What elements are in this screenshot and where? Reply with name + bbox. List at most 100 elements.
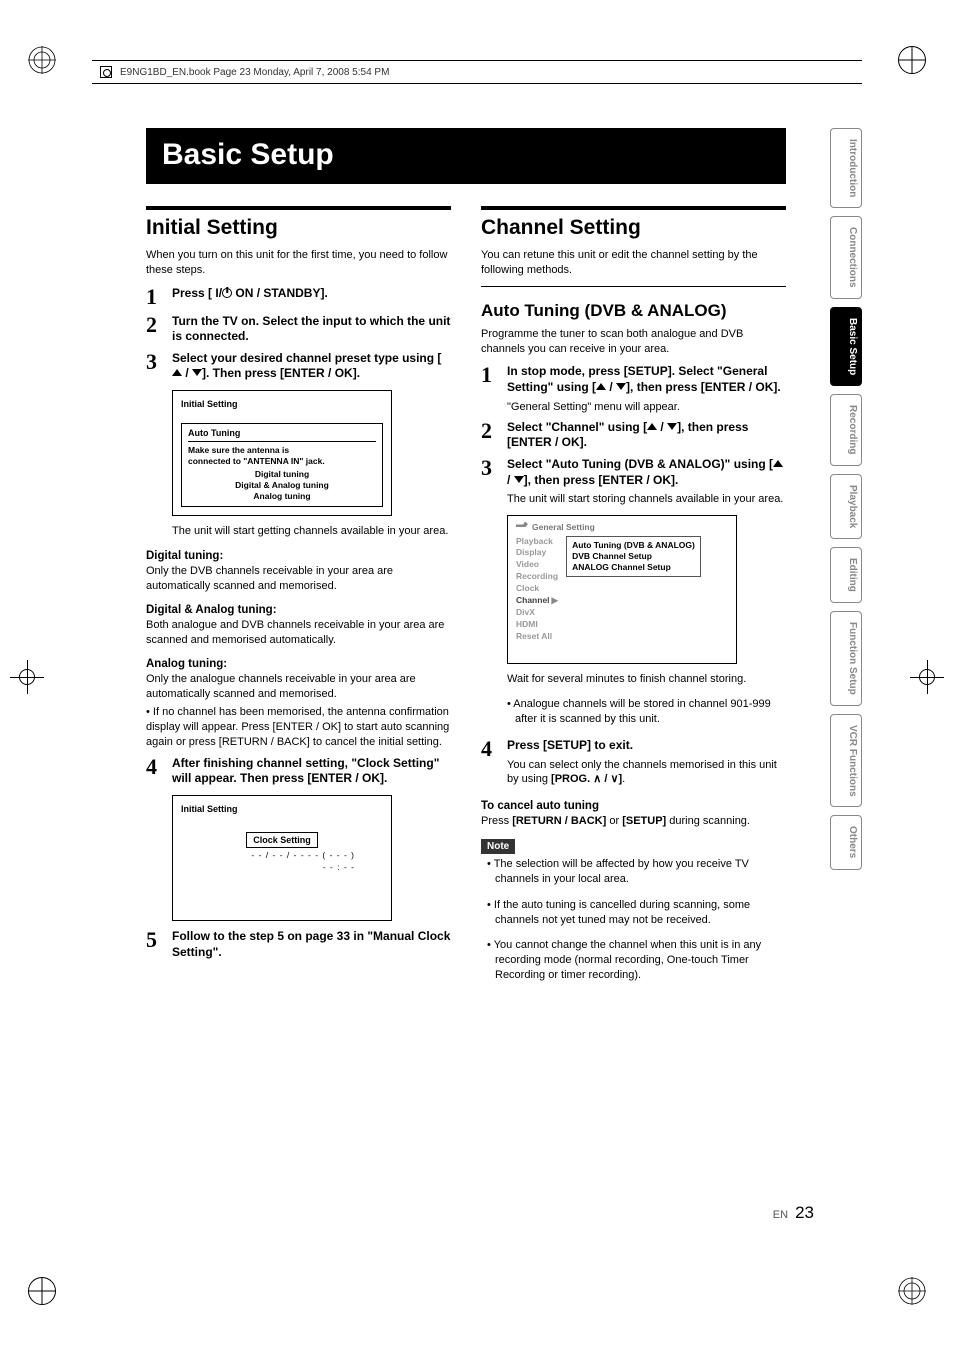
triangle-right-icon: ▶ — [552, 595, 559, 607]
body-text: Only the DVB channels receivable in your… — [146, 564, 451, 594]
body-text: The unit will start getting channels ava… — [172, 524, 451, 539]
osd-menu-item: Clock — [516, 583, 558, 595]
up-arrow-icon — [647, 423, 657, 430]
osd-header: Auto Tuning — [188, 428, 376, 442]
step-text: Select your desired channel preset type … — [172, 351, 451, 382]
subhead: Digital tuning: — [146, 550, 451, 562]
body-text: Only the analogue channels receivable in… — [146, 672, 451, 702]
body-text: • If no channel has been memorised, the … — [146, 705, 451, 750]
up-arrow-icon — [172, 369, 182, 376]
step-5: 5 Follow to the step 5 on page 33 in "Ma… — [146, 929, 451, 960]
note-list: • The selection will be affected by how … — [481, 857, 786, 983]
step-1: 1 Press [ I/ ON / STANDBY]. — [146, 286, 451, 308]
section-tab: Connections — [830, 216, 862, 299]
step-4: 4 Press [SETUP] to exit. You can select … — [481, 738, 786, 786]
note-label: Note — [481, 839, 515, 854]
running-header: E9NG1BD_EN.book Page 23 Monday, April 7,… — [92, 60, 862, 84]
running-header-text: E9NG1BD_EN.book Page 23 Monday, April 7,… — [120, 67, 389, 78]
step-subtext: "General Setting" menu will appear. — [507, 400, 786, 414]
osd-header: Clock Setting — [246, 832, 318, 848]
osd-menu-item: Playback — [516, 536, 558, 548]
osd-option: Digital & Analog tuning — [188, 480, 376, 491]
osd-title: Initial Setting — [181, 804, 383, 814]
osd-menu-item: Recording — [516, 571, 558, 583]
step-number: 5 — [146, 929, 164, 960]
step-number: 3 — [481, 457, 499, 506]
content: Basic Setup Initial Setting When you tur… — [146, 128, 786, 1231]
heading-auto-tuning: Auto Tuning (DVB & ANALOG) — [481, 301, 786, 321]
step-text: Select "Auto Tuning (DVB & ANALOG)" usin… — [507, 457, 786, 506]
step-number: 1 — [146, 286, 164, 308]
step-2: 2 Select "Channel" using [ / ], then pre… — [481, 420, 786, 451]
crop-mark-icon — [898, 1277, 926, 1305]
section-tab: Introduction — [830, 128, 862, 208]
section-tabs: IntroductionConnectionsBasic SetupRecord… — [830, 128, 862, 870]
note-item: • The selection will be affected by how … — [487, 857, 786, 887]
heading-channel-setting: Channel Setting — [481, 216, 786, 240]
note-item: • You cannot change the channel when thi… — [487, 938, 786, 983]
footer-page-number: 23 — [795, 1203, 814, 1222]
step-1: 1 In stop mode, press [SETUP]. Select "G… — [481, 364, 786, 413]
osd-panel-item: DVB Channel Setup — [572, 551, 695, 562]
osd-title: General Setting — [516, 522, 728, 532]
osd-msg: Make sure the antenna is — [188, 445, 376, 456]
note-item: • If the auto tuning is cancelled during… — [487, 898, 786, 928]
rule — [146, 206, 451, 210]
step-3: 3 Select "Auto Tuning (DVB & ANALOG)" us… — [481, 457, 786, 506]
section-tab: Function Setup — [830, 611, 862, 706]
up-arrow-icon — [596, 383, 606, 390]
osd-panel-item: ANALOG Channel Setup — [572, 562, 695, 573]
subhead: Digital & Analog tuning: — [146, 604, 451, 616]
page: E9NG1BD_EN.book Page 23 Monday, April 7,… — [0, 0, 954, 1351]
crop-mark-icon — [19, 669, 35, 685]
step-number: 4 — [481, 738, 499, 786]
heading-initial-setting: Initial Setting — [146, 216, 451, 240]
down-arrow-icon — [192, 369, 202, 376]
column-right: Channel Setting You can retune this unit… — [481, 206, 786, 994]
intro-text: When you turn on this unit for the first… — [146, 248, 451, 278]
power-icon — [222, 288, 232, 298]
section-tab: Recording — [830, 394, 862, 465]
osd-value: - - / - - / - - - - ( - - - ) — [181, 850, 383, 860]
osd-options: Digital tuning Digital & Analog tuning A… — [188, 469, 376, 502]
chevron-down-icon: ∨ — [610, 772, 618, 786]
rule — [481, 206, 786, 210]
subhead: To cancel auto tuning — [481, 800, 786, 812]
crop-mark-icon — [28, 46, 56, 74]
step-number: 4 — [146, 756, 164, 787]
body-text: Programme the tuner to scan both analogu… — [481, 327, 786, 357]
page-footer: EN 23 — [773, 1203, 814, 1223]
osd-panel: Auto Tuning (DVB & ANALOG)DVB Channel Se… — [566, 536, 701, 577]
osd-menu-item: DivX — [516, 607, 558, 619]
page-title: Basic Setup — [146, 128, 786, 184]
section-tab: Editing — [830, 547, 862, 603]
crop-mark-icon — [28, 1277, 56, 1305]
body-text: Both analogue and DVB channels receivabl… — [146, 618, 451, 648]
step-text: In stop mode, press [SETUP]. Select "Gen… — [507, 364, 786, 413]
column-left: Initial Setting When you turn on this un… — [146, 206, 451, 994]
step-text: Press [ I/ ON / STANDBY]. — [172, 286, 328, 308]
step-text: Turn the TV on. Select the input to whic… — [172, 314, 451, 345]
section-tab: Others — [830, 815, 862, 869]
osd-menu-item: Channel ▶ — [516, 595, 558, 607]
osd-option: Analog tuning — [188, 491, 376, 502]
osd-menu: PlaybackDisplayVideoRecordingClockChanne… — [516, 536, 558, 643]
osd-title: Initial Setting — [181, 399, 383, 409]
step-number: 2 — [481, 420, 499, 451]
up-arrow-icon — [773, 460, 783, 467]
wrench-icon — [516, 522, 528, 532]
step-4: 4 After finishing channel setting, "Cloc… — [146, 756, 451, 787]
osd-general-setting: General Setting PlaybackDisplayVideoReco… — [507, 515, 737, 664]
footer-lang: EN — [773, 1209, 788, 1221]
body-text: Wait for several minutes to finish chann… — [507, 672, 786, 687]
intro-text: You can retune this unit or edit the cha… — [481, 248, 786, 278]
bullet-text: • Analogue channels will be stored in ch… — [507, 697, 786, 727]
osd-panel-item: Auto Tuning (DVB & ANALOG) — [572, 540, 695, 551]
step-3: 3 Select your desired channel preset typ… — [146, 351, 451, 382]
step-text: Follow to the step 5 on page 33 in "Manu… — [172, 929, 451, 960]
osd-menu-item: HDMI — [516, 619, 558, 631]
step-subtext: You can select only the channels memoris… — [507, 758, 786, 787]
down-arrow-icon — [667, 423, 677, 430]
step-text: After finishing channel setting, "Clock … — [172, 756, 451, 787]
step-2: 2 Turn the TV on. Select the input to wh… — [146, 314, 451, 345]
